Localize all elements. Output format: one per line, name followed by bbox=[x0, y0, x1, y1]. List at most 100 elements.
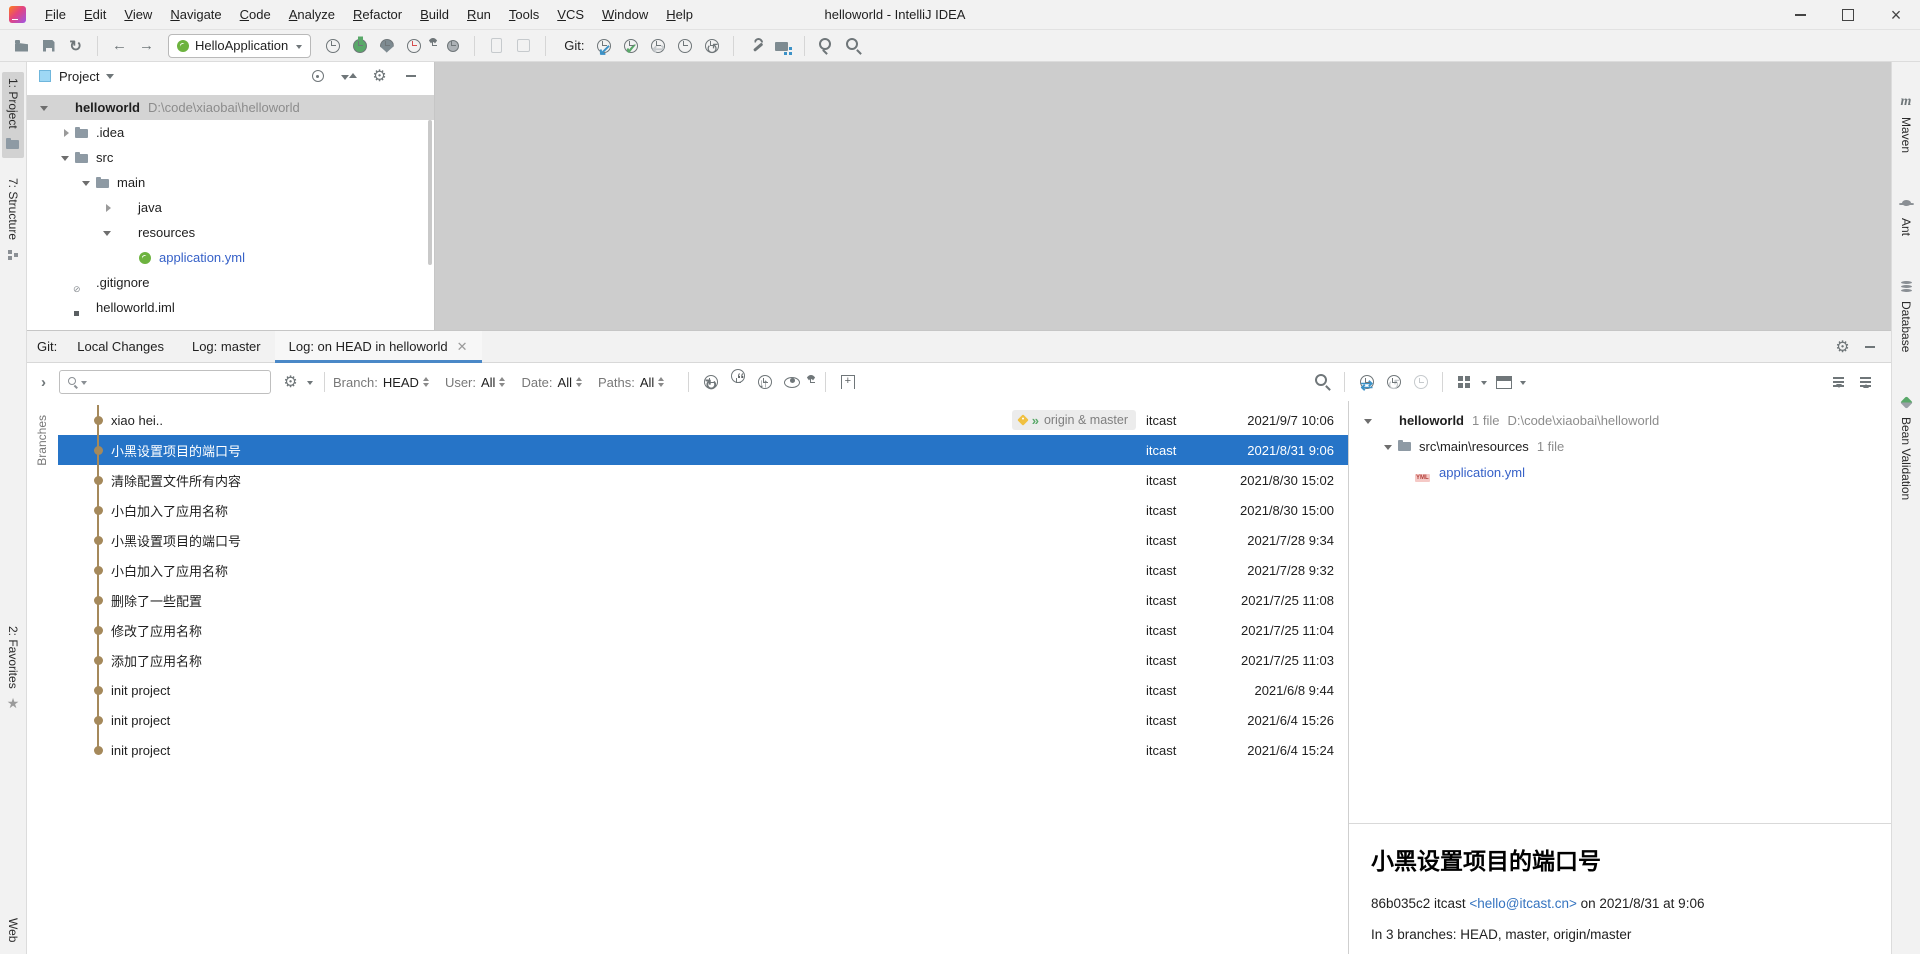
menu-item[interactable]: View bbox=[115, 0, 161, 30]
commit-row[interactable]: 清除配置文件所有内容 itcast 2021/8/30 15:02 bbox=[58, 465, 1348, 495]
project-tree-row[interactable]: helloworld.iml bbox=[27, 295, 434, 320]
log-history-icon[interactable] bbox=[1407, 369, 1434, 395]
tree-expand-arrow-icon[interactable] bbox=[1359, 412, 1377, 428]
changed-file-row[interactable]: application.yml bbox=[1349, 459, 1891, 485]
project-tree-row[interactable]: application.yml bbox=[27, 245, 434, 270]
project-tree-row[interactable]: resources bbox=[27, 220, 434, 245]
tree-expand-arrow-icon[interactable] bbox=[56, 125, 74, 141]
collapse-all-icon[interactable] bbox=[1852, 369, 1879, 395]
tree-expand-arrow-icon[interactable] bbox=[1379, 438, 1397, 454]
log-search-field[interactable] bbox=[59, 370, 271, 394]
tool-window-tab[interactable]: 7: Structure bbox=[2, 172, 24, 269]
log-search-input[interactable] bbox=[91, 375, 264, 389]
refresh-icon[interactable] bbox=[697, 369, 724, 395]
git-update-icon[interactable] bbox=[590, 33, 617, 59]
commit-row[interactable]: 小黑设置项目的端口号 itcast 2021/7/28 9:34 bbox=[58, 525, 1348, 555]
tool-window-tab[interactable]: Database bbox=[1895, 272, 1917, 358]
tree-expand-arrow-icon[interactable] bbox=[56, 150, 74, 166]
dropdown-caret-icon[interactable] bbox=[304, 369, 316, 395]
git-history-icon[interactable] bbox=[671, 33, 698, 59]
commit-row[interactable]: init project itcast 2021/6/8 9:44 bbox=[58, 675, 1348, 705]
gear-icon[interactable] bbox=[1829, 334, 1856, 360]
save-icon[interactable] bbox=[35, 33, 62, 59]
project-tree-row[interactable]: helloworld D:\code\xiaobai\helloworld bbox=[27, 95, 434, 120]
chevron-right-icon[interactable]: › bbox=[41, 374, 59, 391]
branch-ref-chip[interactable]: » origin & master bbox=[1012, 410, 1136, 430]
tree-expand-arrow-icon[interactable] bbox=[98, 225, 116, 241]
project-structure-icon[interactable] bbox=[769, 33, 796, 59]
menu-item[interactable]: Run bbox=[458, 0, 500, 30]
tool-window-tab[interactable]: Maven bbox=[1895, 88, 1917, 159]
collapse-icon[interactable] bbox=[335, 63, 362, 89]
minimize-icon[interactable] bbox=[1776, 0, 1824, 30]
git-panel-tab[interactable]: Log: on HEAD in helloworld ✕ bbox=[275, 331, 482, 363]
tool-window-tab-favorites[interactable]: 2: Favorites bbox=[2, 620, 24, 718]
minus-icon[interactable] bbox=[1856, 334, 1883, 360]
commit-row[interactable]: 小白加入了应用名称 itcast 2021/7/28 9:32 bbox=[58, 555, 1348, 585]
menu-item[interactable]: Window bbox=[593, 0, 657, 30]
log-filter[interactable]: User: All bbox=[445, 374, 506, 390]
compare-branches-icon[interactable] bbox=[1353, 369, 1380, 395]
branches-label[interactable]: Branches bbox=[35, 415, 49, 466]
tree-expand-arrow-icon[interactable] bbox=[77, 175, 95, 191]
show-details-icon[interactable] bbox=[1490, 369, 1517, 395]
commit-row[interactable]: 添加了应用名称 itcast 2021/7/25 11:03 bbox=[58, 645, 1348, 675]
log-filter[interactable]: Paths: All bbox=[598, 374, 664, 390]
project-tree-row[interactable]: .idea bbox=[27, 120, 434, 145]
presentation-grid-icon[interactable] bbox=[1451, 369, 1478, 395]
run-configuration-select[interactable]: HelloApplication bbox=[168, 34, 311, 58]
log-search-icon[interactable] bbox=[1309, 369, 1336, 395]
attach-debugger-icon[interactable] bbox=[483, 33, 510, 59]
tree-expand-arrow-icon[interactable] bbox=[56, 300, 74, 316]
project-tree-scrollbar[interactable] bbox=[428, 120, 432, 265]
search-everywhere-icon[interactable] bbox=[840, 33, 867, 59]
menu-item[interactable]: Help bbox=[657, 0, 702, 30]
changed-file-row[interactable]: helloworld 1 file D:\code\xiaobai\hellow… bbox=[1349, 407, 1891, 433]
back-icon[interactable] bbox=[106, 33, 133, 59]
toolwindow-layout-icon[interactable] bbox=[813, 33, 840, 59]
goto-hash-icon[interactable] bbox=[834, 369, 861, 395]
tree-expand-arrow-icon[interactable] bbox=[98, 200, 116, 216]
eye-icon[interactable] bbox=[778, 369, 805, 395]
commit-row[interactable]: 删除了一些配置 itcast 2021/7/25 11:08 bbox=[58, 585, 1348, 615]
project-tree-row[interactable]: java bbox=[27, 195, 434, 220]
forward-icon[interactable] bbox=[133, 33, 160, 59]
log-rollback-icon[interactable] bbox=[1380, 369, 1407, 395]
commit-row[interactable]: 小黑设置项目的端口号 itcast 2021/8/31 9:06 bbox=[58, 435, 1348, 465]
menu-item[interactable]: Build bbox=[411, 0, 458, 30]
tool-window-tab-web[interactable]: Web bbox=[3, 912, 23, 948]
build-wrench-icon[interactable] bbox=[742, 33, 769, 59]
git-panel-tab[interactable]: Local Changes bbox=[63, 331, 178, 363]
maximize-icon[interactable] bbox=[1824, 0, 1872, 30]
expand-all-icon[interactable] bbox=[1825, 369, 1852, 395]
tree-expand-arrow-icon[interactable] bbox=[56, 275, 74, 291]
git-rollback-icon[interactable] bbox=[698, 33, 725, 59]
commit-row[interactable]: xiao hei.. » origin & master itcast 2021… bbox=[58, 405, 1348, 435]
git-merge-icon[interactable] bbox=[644, 33, 671, 59]
dropdown-caret-icon[interactable] bbox=[1517, 369, 1529, 395]
menu-item[interactable]: File bbox=[36, 0, 75, 30]
project-tree-row[interactable]: main bbox=[27, 170, 434, 195]
sync-icon[interactable] bbox=[62, 33, 89, 59]
changed-file-row[interactable]: src\main\resources 1 file bbox=[1349, 433, 1891, 459]
debug-bug-icon[interactable] bbox=[346, 33, 373, 59]
coverage-icon[interactable] bbox=[373, 33, 400, 59]
tool-window-tab[interactable]: 1: Project bbox=[2, 72, 24, 158]
tree-expand-arrow-icon[interactable] bbox=[35, 100, 53, 116]
minus-icon[interactable] bbox=[397, 63, 424, 89]
tool-window-tab[interactable]: Ant bbox=[1895, 189, 1917, 242]
dropdown-caret-icon[interactable] bbox=[1478, 369, 1490, 395]
menu-item[interactable]: Analyze bbox=[280, 0, 344, 30]
dropdown-caret-icon[interactable] bbox=[427, 33, 439, 59]
gear-icon[interactable] bbox=[277, 369, 304, 395]
commit-row[interactable]: 修改了应用名称 itcast 2021/7/25 11:04 bbox=[58, 615, 1348, 645]
project-panel-title[interactable]: Project bbox=[59, 69, 99, 84]
git-commit-icon[interactable] bbox=[617, 33, 644, 59]
menu-item[interactable]: VCS bbox=[548, 0, 593, 30]
open-folder-icon[interactable] bbox=[8, 33, 35, 59]
commit-row[interactable]: init project itcast 2021/6/4 15:26 bbox=[58, 705, 1348, 735]
menu-item[interactable]: Navigate bbox=[161, 0, 230, 30]
tool-window-tab[interactable]: Bean Validation bbox=[1895, 388, 1917, 506]
commit-row[interactable]: init project itcast 2021/6/4 15:24 bbox=[58, 735, 1348, 765]
capture-snapshot-icon[interactable] bbox=[510, 33, 537, 59]
